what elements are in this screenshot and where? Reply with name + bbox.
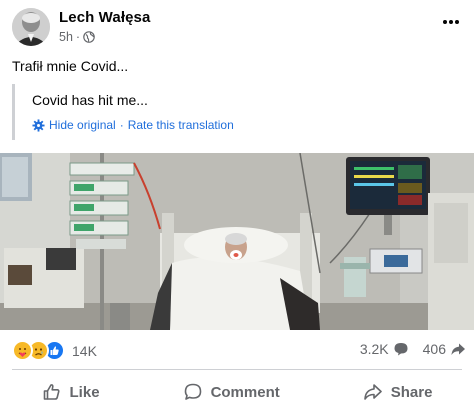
care-reaction-icon — [12, 340, 33, 361]
like-button[interactable]: Like — [28, 376, 114, 408]
share-label: Share — [390, 383, 433, 401]
gear-icon[interactable] — [32, 118, 45, 132]
like-label: Like — [69, 383, 100, 401]
post-meta: 5h · — [59, 30, 95, 44]
comment-button[interactable]: Comment — [169, 376, 294, 408]
timestamp[interactable]: 5h — [59, 30, 73, 44]
share-button[interactable]: Share — [349, 376, 447, 408]
translation-links: Hide original · Rate this translation — [32, 118, 234, 132]
comment-bubble-icon — [394, 343, 408, 356]
hospital-photo — [0, 153, 474, 330]
translation-block: Covid has hit me... Hide original · Rate… — [12, 84, 467, 140]
reactions-summary[interactable]: 14K — [12, 340, 97, 361]
post-header: Lech Wałęsa 5h · — [0, 0, 474, 52]
separator: · — [119, 118, 124, 132]
action-bar: Like Comment Share — [0, 370, 474, 414]
dot-icon — [443, 20, 447, 24]
rate-translation-link[interactable]: Rate this translation — [128, 118, 234, 132]
reactions-count: 14K — [72, 342, 97, 359]
comment-icon — [184, 383, 201, 400]
globe-icon — [83, 31, 95, 43]
dot-icon — [455, 20, 459, 24]
post-photo[interactable] — [0, 153, 474, 330]
share-arrow-icon — [451, 343, 465, 355]
share-icon — [363, 384, 382, 400]
shares-count: 406 — [422, 341, 446, 357]
author-name[interactable]: Lech Wałęsa — [59, 9, 150, 26]
shares-stat[interactable]: 406 — [423, 341, 466, 357]
more-options-button[interactable] — [438, 12, 464, 32]
thumbs-up-icon — [43, 384, 60, 400]
engagement-stats: 3.2K 406 — [360, 341, 466, 357]
avatar[interactable] — [12, 8, 50, 46]
dot-icon — [449, 20, 453, 24]
comments-stat[interactable]: 3.2K — [360, 341, 409, 357]
hide-original-link[interactable]: Hide original — [49, 118, 116, 132]
comments-count: 3.2K — [359, 341, 389, 357]
post-text: Trafił mnie Covid... — [12, 58, 129, 74]
translated-text: Covid has hit me... — [32, 92, 148, 108]
comment-label: Comment — [210, 383, 280, 401]
